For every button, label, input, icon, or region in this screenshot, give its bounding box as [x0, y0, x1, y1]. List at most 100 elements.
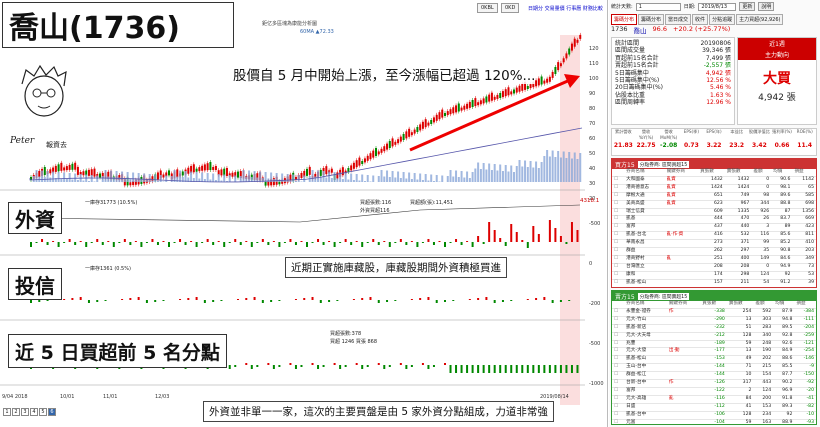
row-checkbox[interactable]: ☐ [612, 271, 625, 280]
link-volume-price[interactable]: 交易量價 [545, 6, 565, 12]
col-header[interactable]: 賣張數 [724, 169, 752, 177]
row-checkbox[interactable]: ☐ [612, 184, 625, 193]
broker-row[interactable]: ☐ 瑞士信貸 609 1335 926 87 1356 [612, 208, 816, 217]
page-button-1[interactable]: 1 [3, 408, 11, 416]
broker-row[interactable]: ☐ 凱基-松山 157 211 54 91.2 39 [612, 279, 816, 287]
period-select[interactable]: 1 [635, 2, 681, 11]
row-checkbox[interactable]: ☐ [612, 387, 625, 396]
row-checkbox[interactable]: ☐ [612, 279, 625, 287]
row-checkbox[interactable]: ☐ [612, 231, 625, 241]
page-button-2[interactable]: 2 [12, 408, 20, 416]
page-button-5[interactable]: 5 [39, 408, 47, 416]
broker-row[interactable]: ☐ 台灣匯立 208 208 0 94.9 73 [612, 263, 816, 272]
row-checkbox[interactable]: ☐ [612, 340, 625, 349]
row-checkbox[interactable]: ☐ [612, 355, 625, 365]
quote-tab-4[interactable]: 分點追蹤 [709, 14, 736, 25]
col-header[interactable]: 均價 [773, 301, 795, 309]
col-header[interactable]: 買張數 [698, 169, 725, 177]
top5-bar [245, 363, 248, 365]
quote-tab-2[interactable]: 當日成交 [665, 14, 692, 25]
row-checkbox[interactable]: ☐ [612, 255, 625, 264]
row-checkbox[interactable]: ☐ [612, 347, 625, 357]
row-checkbox[interactable]: ☐ [612, 395, 625, 404]
col-header[interactable]: 關鍵券商 [664, 169, 699, 177]
col-header[interactable]: 券商名稱 [624, 169, 665, 177]
volume-bar [499, 164, 502, 182]
broker-row[interactable]: ☐ 美商高盛 亂資 623 967 344 88.8 698 [612, 200, 816, 209]
row-checkbox[interactable]: ☐ [612, 324, 625, 333]
buy-filter-select[interactable]: 分點券商: 區間買超15 [637, 160, 690, 168]
row-checkbox[interactable]: ☐ [612, 411, 625, 420]
date-input[interactable]: 2019/8/13 [698, 2, 737, 11]
row-checkbox[interactable]: ☐ [612, 371, 625, 381]
row-checkbox[interactable]: ☐ [612, 316, 625, 325]
chart-btn-1[interactable]: 0KBL [477, 3, 498, 13]
row-checkbox[interactable]: ☐ [612, 192, 625, 201]
broker-row[interactable]: ☐ 凱基-松山 -153 49 202 88.6 -146 [612, 355, 816, 365]
row-checkbox[interactable]: ☐ [612, 332, 625, 341]
page-button-3[interactable]: 3 [21, 408, 29, 416]
broker-row[interactable]: ☐ 元大-大發 出·動 -177 13 190 84.9 -254 [612, 347, 816, 357]
refresh-button[interactable]: 更新 [739, 2, 756, 11]
broker-row[interactable]: ☐ 元富 -104 59 163 88.9 -93 [612, 419, 816, 424]
broker-row[interactable]: ☐ 元大-大天母 -212 128 340 92.8 -259 [612, 332, 816, 341]
col-header[interactable]: 均價 [771, 169, 793, 177]
broker-row[interactable]: ☐ 大和國泰 亂資 1432 1432 0 90.6 1142 [612, 176, 816, 185]
broker-row[interactable]: ☐ 凱基-台中 -106 128 234 92 -10 [612, 411, 816, 420]
row-checkbox[interactable]: ☐ [612, 419, 625, 424]
sell-filter-select[interactable]: 分點券商: 區間賣超15 [637, 292, 690, 300]
row-checkbox[interactable]: ☐ [612, 239, 625, 249]
link-financial[interactable]: 財務比較 [583, 6, 603, 12]
chart-btn-2[interactable]: 0KD [501, 3, 520, 13]
row-checkbox[interactable]: ☐ [612, 308, 625, 317]
broker-row[interactable]: ☐ 玉山-台中 -144 71 215 85.5 -9 [612, 363, 816, 373]
col-header[interactable]: 買張數 [700, 301, 727, 309]
quote-tab-3[interactable]: 收件 [692, 14, 709, 25]
broker-row[interactable]: ☐ 日盛 -112 41 153 89.3 -82 [612, 403, 816, 412]
broker-row[interactable]: ☐ 群益-松江 -144 10 154 87.7 -150 [612, 371, 816, 381]
quote-tab-0[interactable]: 籌碼分布 [611, 14, 638, 25]
col-header[interactable]: 券商名稱 [624, 301, 667, 309]
broker-row[interactable]: ☐ 元大-竹山 -290 13 303 94.8 -111 [612, 316, 816, 325]
col-header[interactable]: 關鍵券商 [666, 301, 701, 309]
broker-row[interactable]: ☐ 凱基 444 470 26 83.7 669 [612, 215, 816, 225]
row-checkbox[interactable]: ☐ [612, 263, 625, 272]
row-checkbox[interactable]: ☐ [612, 287, 624, 288]
row-checkbox[interactable]: ☐ [612, 379, 625, 388]
link-calendar[interactable]: 行事曆 [566, 6, 581, 12]
col-header[interactable]: 差額 [751, 169, 772, 177]
broker-row[interactable]: ☐ 富邦 -122 2 124 96.9 -20 [612, 387, 816, 396]
row-checkbox[interactable]: ☐ [612, 208, 625, 217]
broker-row[interactable]: ☐ 凱基-台北 亂·作·資 416 532 116 85.6 811 [612, 231, 816, 241]
row-checkbox[interactable]: ☐ [612, 403, 625, 412]
broker-row[interactable]: ☐ 永豐金-證券作 -338 254 592 87.9 -384 [612, 308, 816, 317]
row-checkbox[interactable]: ☐ [612, 247, 625, 256]
broker-row[interactable]: ☐ 群益 262 297 35 90.8 203 [612, 247, 816, 256]
broker-row[interactable]: ☐ 台新-台中作 -126 317 443 90.2 -92 [612, 379, 816, 388]
row-checkbox[interactable]: ☐ [612, 176, 625, 185]
row-checkbox[interactable]: ☐ [612, 215, 625, 225]
broker-row[interactable]: ☐ 摩根大通 亂資 651 749 98 89.6 585 [612, 192, 816, 201]
row-checkbox[interactable]: ☐ [612, 200, 625, 209]
quote-tab-5[interactable]: 主力買超(92,926) [736, 14, 784, 25]
broker-row[interactable]: ☐ 康和 174 298 124 92 53 [612, 271, 816, 280]
broker-row[interactable]: ☐ 華南永昌 273 371 99 85.2 410 [612, 239, 816, 249]
broker-row[interactable]: ☐ 富邦 437 440 3 89 423 [612, 223, 816, 233]
row-checkbox[interactable]: ☐ [612, 223, 625, 233]
broker-row[interactable]: ☐元大 1481985088.5205 [612, 287, 816, 288]
broker-row[interactable]: ☐ 港商德意志 亂資 1424 1424 0 98.1 65 [612, 184, 816, 193]
page-button-6[interactable]: 6 [48, 408, 56, 416]
broker-row[interactable]: ☐ 兆豐 -189 59 248 92.6 -121 [612, 340, 816, 349]
row-checkbox[interactable]: ☐ [612, 363, 625, 373]
broker-row[interactable]: ☐ 元大-高雄亂 -116 84 200 91.8 -41 [612, 395, 816, 404]
link-date-split[interactable]: 日期分 [528, 6, 543, 12]
col-header[interactable]: 賣張數 [726, 301, 754, 309]
col-header[interactable]: 損益 [794, 301, 816, 309]
help-button[interactable]: 說明 [758, 2, 775, 11]
col-header[interactable]: 損益 [792, 169, 816, 177]
broker-row[interactable]: ☐ 港商野村亂 251 400 149 84.6 349 [612, 255, 816, 264]
page-button-4[interactable]: 4 [30, 408, 38, 416]
broker-row[interactable]: ☐ 凱基-新店 -232 51 283 89.5 -204 [612, 324, 816, 333]
col-header[interactable]: 差額 [753, 301, 774, 309]
quote-tab-1[interactable]: 籌碼分布 [638, 14, 665, 25]
